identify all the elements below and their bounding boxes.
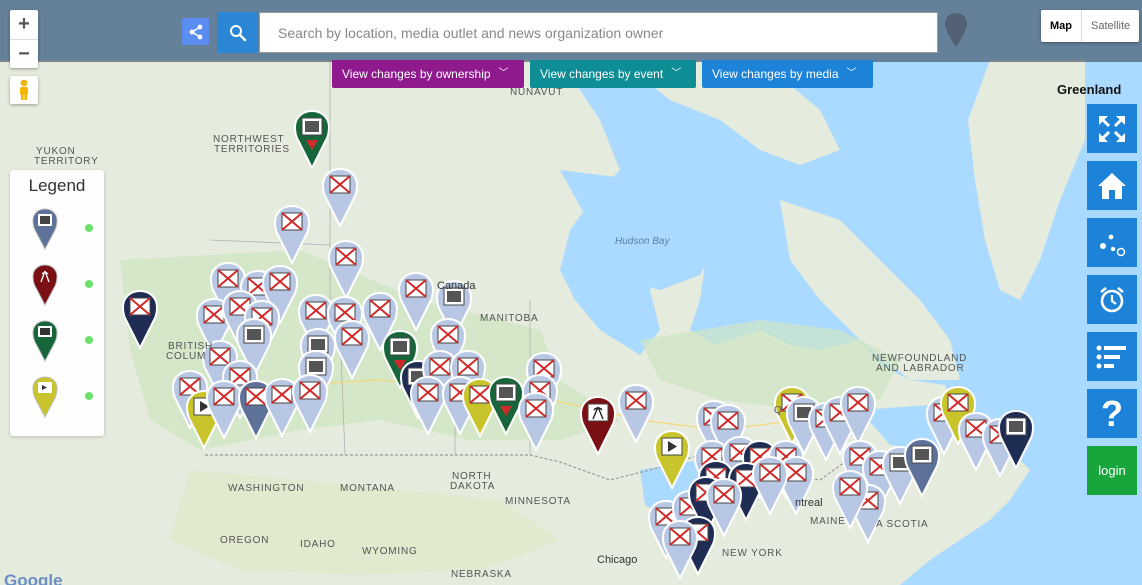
label-nova-scotia: A SCOTIA [876,519,929,530]
home-icon [1098,172,1126,199]
label-washington: WASHINGTON [228,483,305,494]
legend-title: Legend [28,176,86,195]
label-maine: MAINE [810,516,846,527]
label-manitoba: MANITOBA [480,313,539,324]
timeline-button[interactable] [1087,275,1137,324]
label-new-york: NEW YORK [722,548,783,559]
radio-pin-icon [32,264,58,307]
fullscreen-icon [1099,115,1125,142]
fullscreen-button[interactable] [1087,104,1137,153]
legend-dot [85,336,93,344]
clock-icon [1100,286,1124,312]
share-icon [189,24,202,39]
zoom-control: + − [10,10,38,68]
legend-item-online[interactable] [32,376,93,420]
label-greenland: Greenland [1057,82,1122,97]
cluster-icon [1100,234,1126,256]
label-territories: TERRITORIES [214,144,290,155]
label-idaho: IDAHO [300,539,336,550]
newspaper-pin-icon [32,208,58,251]
label-oregon: OREGON [220,535,270,546]
home-button[interactable] [1087,161,1137,210]
zoom-in-button[interactable]: + [10,10,38,39]
label-minnesota: MINNESOTA [505,496,571,507]
filter-ownership-dropdown[interactable]: View changes by ownership ﹀ [332,60,524,88]
help-button[interactable]: ? [1087,389,1137,438]
search-icon [229,24,246,41]
location-marker-icon [945,13,967,47]
legend-dot [85,392,93,400]
chevron-down-icon: ﹀ [846,68,857,79]
legend-item-newspaper[interactable] [32,208,93,252]
search-button[interactable] [217,12,258,53]
map-type-satellite-button[interactable]: Satellite [1082,10,1139,42]
cluster-button[interactable] [1087,218,1137,267]
label-labrador: AND LABRADOR [876,363,965,374]
tv-pin-icon [32,320,58,363]
label-wyoming: WYOMING [362,546,418,557]
login-button[interactable]: login [1087,446,1137,495]
search-input[interactable] [259,12,938,53]
label-montana: MONTANA [340,483,395,494]
label-quebec: Q [774,405,783,416]
map-type-control: Map Satellite [1041,10,1140,42]
chevron-down-icon: ﹀ [498,68,509,79]
filter-ownership-label: View changes by ownership [342,67,491,81]
filter-media-label: View changes by media [712,67,839,81]
street-view-button[interactable] [10,76,38,104]
label-nebraska: NEBRASKA [451,569,512,580]
label-chicago: Chicago [597,554,638,566]
filter-media-dropdown[interactable]: View changes by media ﹀ [702,60,873,88]
zoom-out-button[interactable]: − [10,39,38,68]
label-colum: COLUM [166,351,207,362]
label-nunavut: NUNAVUT [510,87,564,98]
filter-event-dropdown[interactable]: View changes by event ﹀ [530,60,696,88]
online-pin-icon [32,376,58,419]
label-montreal: ntreal [795,497,823,509]
label-dakota: DAKOTA [450,481,496,492]
label-canada: Canada [437,280,476,292]
legend-item-tv[interactable] [32,320,93,364]
google-logo: Google [4,571,63,585]
map-type-map-button[interactable]: Map [1041,10,1082,42]
filter-event-label: View changes by event [540,67,664,81]
filter-list-icon [1096,345,1126,368]
filter-list-button[interactable] [1087,332,1137,381]
label-territory: TERRITORY [34,156,99,167]
label-hudson-bay: Hudson Bay [615,236,670,247]
chevron-down-icon: ﹀ [671,68,682,79]
legend-item-radio[interactable] [32,264,93,308]
legend-panel: Legend [10,170,104,436]
legend-dot [85,280,93,288]
help-icon: ? [1101,392,1123,434]
pegman-icon [20,79,28,100]
share-button[interactable] [182,18,209,45]
legend-dot [85,224,93,232]
filter-bar: View changes by ownership ﹀ View changes… [332,60,873,88]
